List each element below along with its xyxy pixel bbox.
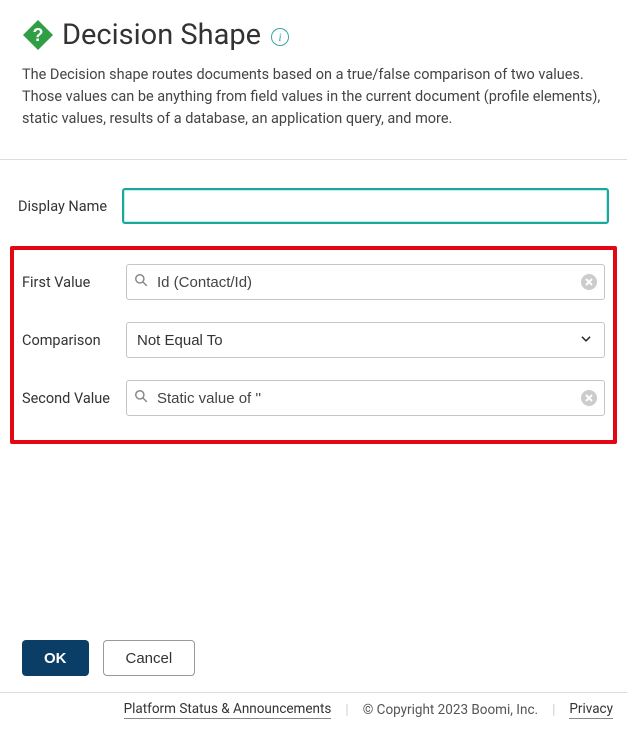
clear-icon[interactable] [581,274,597,290]
footer-separator: | [552,702,555,718]
display-name-input[interactable] [122,188,609,224]
footer-separator: | [345,702,348,718]
page-title: Decision Shape [62,18,261,52]
ok-button[interactable]: OK [22,640,89,676]
comparison-label: Comparison [22,332,126,349]
display-name-label: Display Name [18,198,122,215]
first-value-input[interactable] [126,264,605,300]
page-description: The Decision shape routes documents base… [22,64,605,129]
status-link[interactable]: Platform Status & Announcements [124,701,332,719]
footer: Platform Status & Announcements | © Copy… [0,693,627,729]
cancel-button[interactable]: Cancel [103,640,196,676]
form-area: Display Name First Value [0,160,627,628]
second-value-input[interactable] [126,380,605,416]
comparison-select[interactable]: Not Equal To [126,322,605,358]
copyright-text: © Copyright 2023 Boomi, Inc. [363,702,538,718]
decision-shape-icon: ? [22,19,54,51]
button-bar: OK Cancel [0,628,627,693]
clear-icon[interactable] [581,390,597,406]
first-value-label: First Value [22,274,126,291]
second-value-label: Second Value [22,390,126,407]
highlighted-controls: First Value Comparison [10,246,617,444]
svg-text:?: ? [33,25,44,45]
info-icon[interactable]: i [271,28,289,46]
privacy-link[interactable]: Privacy [569,701,613,719]
